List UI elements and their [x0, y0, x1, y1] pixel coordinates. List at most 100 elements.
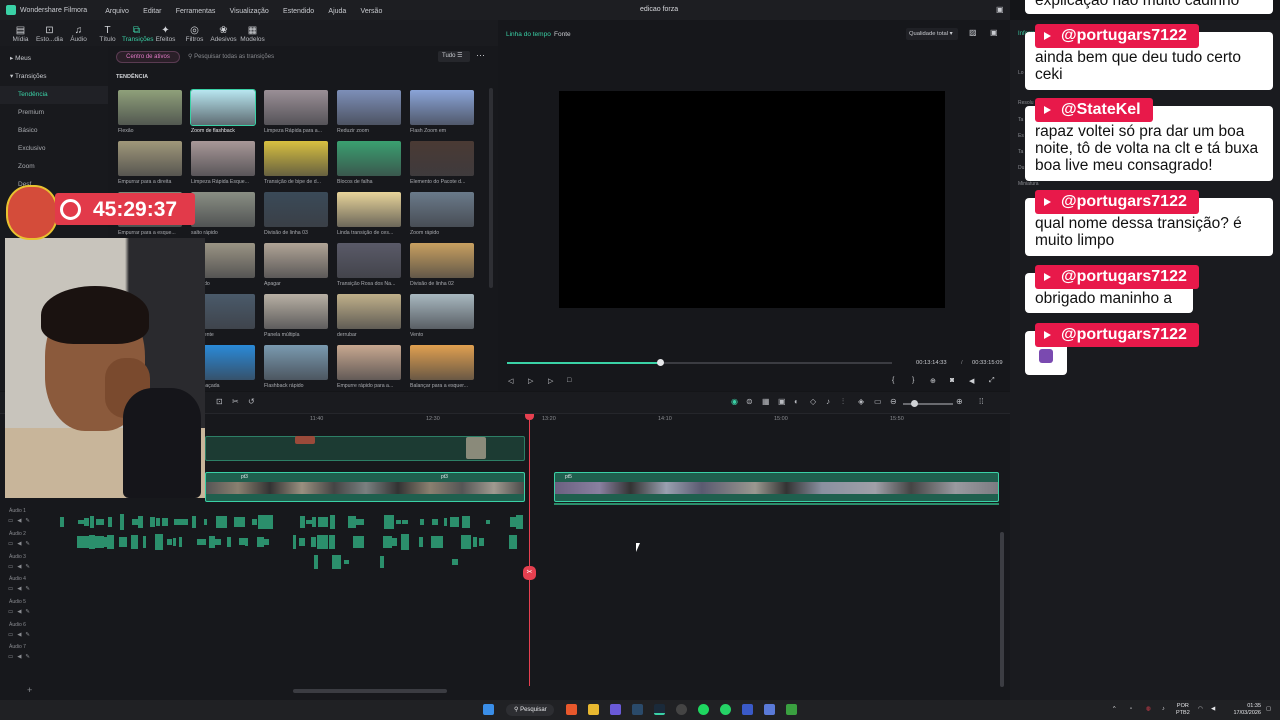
track-controls-icon[interactable]: ▭◀✎ — [8, 632, 34, 638]
waveform-segment[interactable] — [299, 538, 305, 546]
transition-thumbnail[interactable] — [264, 141, 328, 176]
track-controls-icon[interactable]: ▭◀✎ — [8, 586, 34, 592]
track-controls-icon[interactable]: ▭◀✎ — [8, 564, 34, 570]
folder-icon[interactable] — [588, 704, 599, 715]
menu-item-ferramentas[interactable]: Ferramentas — [176, 8, 216, 15]
waveform-segment[interactable] — [119, 536, 128, 548]
waveform-segment[interactable] — [432, 519, 439, 525]
gift-icon[interactable]: ▣ — [996, 5, 1004, 14]
waveform-segment[interactable] — [215, 538, 221, 546]
track-controls-icon[interactable]: ▭◀✎ — [8, 609, 34, 615]
waveform-segment[interactable] — [60, 516, 64, 528]
waveform-segment[interactable] — [384, 515, 394, 529]
sidebar-item-transicoes[interactable]: ▾ Transições — [0, 68, 108, 86]
transition-thumbnail[interactable] — [410, 141, 474, 176]
layout-icon[interactable]: ▣ — [990, 28, 998, 37]
vpn-icon[interactable] — [742, 704, 753, 715]
toolbar-templates[interactable]: ▦ Modelos — [238, 25, 267, 46]
waveform-segment[interactable] — [150, 517, 155, 527]
waveform-segment[interactable] — [227, 536, 231, 548]
transition-thumbnail[interactable] — [118, 90, 182, 125]
sidebar-item-tendencia[interactable]: Tendência — [0, 86, 108, 104]
sidebar-item-zoom[interactable]: Zoom — [0, 158, 108, 176]
play-icon[interactable]: ▷ — [548, 377, 553, 385]
waveform-segment[interactable] — [300, 515, 306, 529]
waveform-segment[interactable] — [120, 514, 124, 530]
mark-in-icon[interactable]: { — [892, 377, 894, 384]
waveform-segment[interactable] — [344, 559, 350, 565]
toolbar-transitions[interactable]: ⧉ Transições — [122, 25, 154, 46]
waveform-segment[interactable] — [162, 517, 168, 527]
waveform-segment[interactable] — [516, 514, 524, 530]
waveform-segment[interactable] — [419, 536, 423, 548]
waveform-segment[interactable] — [179, 536, 183, 548]
transition-thumbnail[interactable] — [410, 243, 474, 278]
tab-source[interactable]: Fonte — [554, 31, 571, 38]
toolbar-effects[interactable]: ✦ Efeitos — [151, 25, 180, 46]
timeline-horizontal-scrollbar[interactable] — [293, 689, 447, 693]
waveform-segment[interactable] — [131, 535, 139, 549]
windows-start-icon[interactable] — [483, 704, 494, 715]
step-back-icon[interactable]: ▷ — [528, 377, 533, 385]
waveform-segment[interactable] — [107, 535, 114, 549]
menu-item-editar[interactable]: Editar — [143, 8, 161, 15]
waveform-segment[interactable] — [329, 535, 336, 549]
spotify-icon[interactable] — [698, 704, 709, 715]
sidebar-item-premium[interactable]: Premium — [0, 104, 108, 122]
speaker-icon[interactable]: ◀ — [1211, 706, 1215, 713]
waveform-segment[interactable] — [156, 518, 161, 526]
timeline-vertical-scrollbar[interactable] — [1000, 532, 1004, 687]
transition-thumbnail[interactable] — [191, 192, 255, 227]
transition-thumbnail[interactable] — [337, 294, 401, 329]
camera-icon[interactable]: ◙ — [950, 377, 954, 384]
clock[interactable]: 01:35 17/03/2026 — [1225, 703, 1261, 717]
transition-thumbnail[interactable] — [264, 345, 328, 380]
track-controls-icon[interactable]: ▭◀✎ — [8, 541, 34, 547]
tray-chevron-icon[interactable]: ^ — [1113, 706, 1116, 713]
waveform-segment[interactable] — [143, 535, 147, 549]
menu-item-estendido[interactable]: Estendido — [283, 8, 314, 15]
waveform-segment[interactable] — [396, 519, 402, 525]
quality-dropdown[interactable]: Qualidade total ▾ — [906, 28, 958, 40]
waveform-segment[interactable] — [167, 538, 172, 545]
notification-icon[interactable]: ▢ — [1266, 706, 1271, 713]
wifi-icon[interactable]: ◠ — [1198, 706, 1203, 713]
transition-thumbnail[interactable] — [264, 90, 328, 125]
waveform-segment[interactable] — [324, 517, 328, 527]
menu-item-arquivo[interactable]: Arquivo — [105, 8, 129, 15]
transition-thumbnail[interactable] — [337, 192, 401, 227]
waveform-segment[interactable] — [353, 536, 364, 548]
fullscreen-icon[interactable]: ⤢ — [989, 377, 995, 385]
toolbar-stock[interactable]: ⊡ Esto...dia — [35, 25, 64, 46]
menu-item-versao[interactable]: Versão — [361, 8, 383, 15]
mark-out-icon[interactable]: } — [912, 377, 914, 384]
waveform-segment[interactable] — [240, 517, 246, 527]
waveform-segment[interactable] — [252, 519, 258, 525]
snapshot-icon[interactable]: ▨ — [969, 28, 977, 37]
filmora-icon[interactable] — [654, 704, 665, 715]
waveform-segment[interactable] — [462, 515, 471, 529]
tray-network-icon[interactable]: ◍ — [1146, 706, 1151, 713]
toolbar-audio[interactable]: ♫ Áudio — [64, 25, 93, 46]
brave-icon[interactable] — [566, 704, 577, 715]
waveform-segment[interactable] — [90, 516, 94, 528]
stop-icon[interactable]: □ — [567, 377, 571, 384]
track-controls-icon[interactable]: ▭◀✎ — [8, 654, 34, 660]
waveform-segment[interactable] — [197, 538, 206, 546]
waveform-segment[interactable] — [380, 556, 385, 568]
sidebar-item-basico[interactable]: Básico — [0, 122, 108, 140]
waveform-segment[interactable] — [401, 534, 409, 550]
waveform-segment[interactable] — [180, 518, 188, 526]
transition-thumbnail[interactable] — [410, 192, 474, 227]
transition-thumbnail[interactable] — [337, 345, 401, 380]
sidebar-item-exclusivo[interactable]: Exclusivo — [0, 140, 108, 158]
add-track-icon[interactable]: + — [27, 685, 32, 695]
tray-app-icon[interactable]: ▫ — [1130, 706, 1132, 713]
transition-thumbnail[interactable] — [337, 243, 401, 278]
waveform-segment[interactable] — [84, 517, 90, 527]
transition-thumbnail[interactable] — [337, 141, 401, 176]
waveform-segment[interactable] — [192, 516, 197, 528]
waveform-segment[interactable] — [96, 518, 105, 526]
waveform-segment[interactable] — [402, 519, 408, 525]
progress-handle[interactable] — [656, 359, 664, 366]
